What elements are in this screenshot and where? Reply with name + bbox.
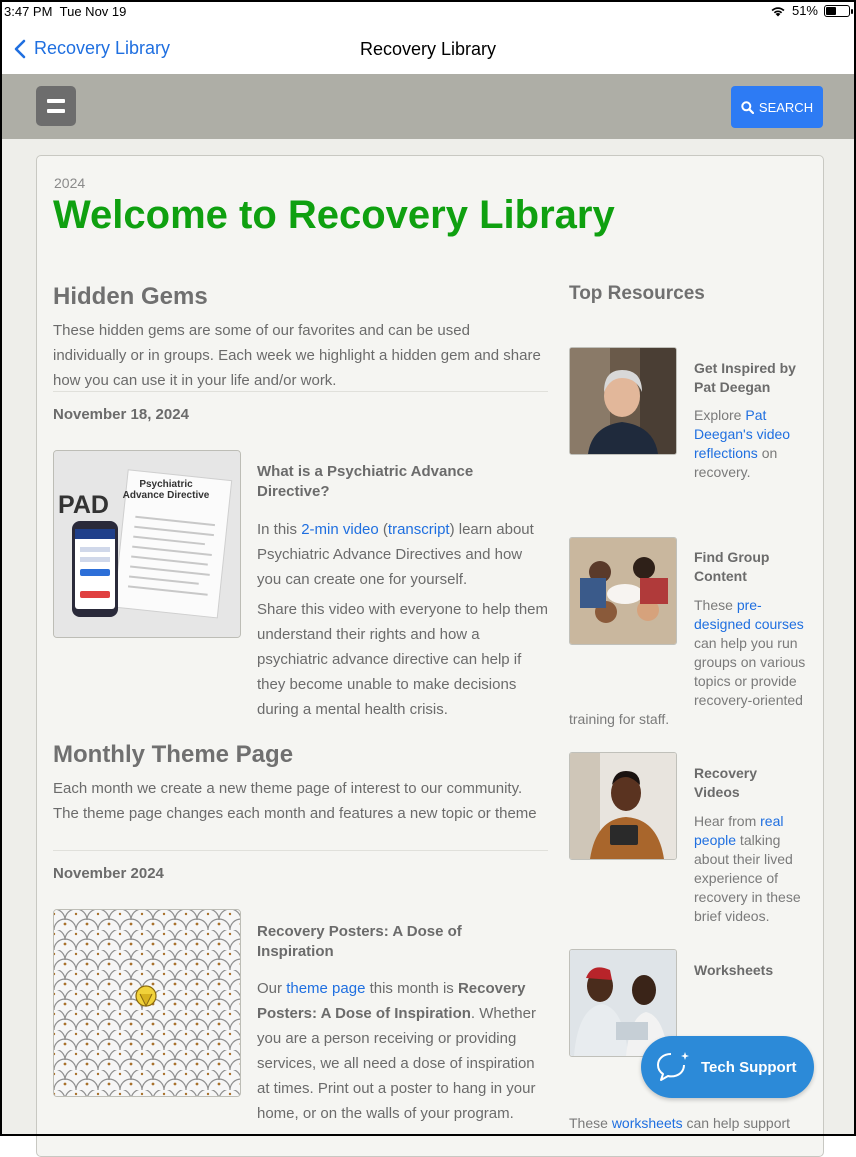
resource-title-recovery-videos[interactable]: Recovery Videos [694,764,806,802]
text-span: These [569,1115,612,1131]
text-span: ( [378,521,388,538]
search-label: SEARCH [758,99,814,115]
text-span: Our [257,980,287,997]
tech-support-button[interactable]: Tech Support [641,1036,814,1098]
menu-bar-icon [47,109,65,113]
resource-text-pat-deegan: Explore Pat Deegan's video reflections o… [694,406,806,482]
menu-bar-icon [47,99,65,103]
resource-title-group-content[interactable]: Find Group Content [694,548,806,586]
hidden-gems-date: November 18, 2024 [53,406,189,423]
hidden-gems-heading: Hidden Gems [53,283,208,310]
pad-thumbnail[interactable]: PAD Psychiatric Advance Directive [53,450,241,638]
worksheets-link[interactable]: worksheets [612,1115,683,1131]
resource-text-recovery-videos: Hear from real people talking about thei… [694,812,806,926]
recovery-videos-photo[interactable] [569,752,677,860]
transcript-link[interactable]: transcript [388,521,450,538]
videos-illustration [570,753,676,859]
top-resources-heading: Top Resources [569,283,705,304]
two-min-video-link[interactable]: 2-min video [301,521,379,538]
app-header: SEARCH [0,74,856,139]
posters-illustration [54,910,240,1096]
text-span: Explore [694,407,746,423]
hidden-gems-intro: These hidden gems are some of our favori… [53,322,541,389]
pad-illustration: PAD Psychiatric Advance Directive [54,451,240,637]
monthly-theme-paragraph: Our theme page this month is Recovery Po… [257,976,549,1126]
status-bar: 3:47 PM Tue Nov 19 51% [0,0,856,24]
tech-support-label: Tech Support [701,1058,797,1076]
wifi-icon [771,6,785,16]
text-span: can help support [682,1115,791,1131]
battery-icon [824,4,853,17]
resource-title-worksheets[interactable]: Worksheets [694,961,806,980]
chat-sparkle-icon [657,1052,689,1081]
hidden-gem-title[interactable]: What is a Psychiatric Advance Directive? [257,462,537,502]
resource-text-group-content: These pre-designed courses can help you … [569,596,809,729]
text-span: In this [257,521,302,538]
search-icon [741,100,754,114]
text-span: . Whether you are a person receiving or … [257,1005,536,1122]
resource-text-worksheets: These worksheets can help support [569,1114,809,1133]
resource-title-pat-deegan[interactable]: Get Inspired by Pat Deegan [694,359,806,397]
hidden-gem-paragraph-2: Share this video with everyone to help t… [257,601,548,718]
search-button[interactable]: SEARCH [731,86,823,128]
float-spacer [569,596,694,696]
nav-title: Recovery Library [359,39,497,59]
monthly-theme-heading: Monthly Theme Page [53,741,294,768]
page-title: Welcome to Recovery Library [53,193,615,237]
monthly-theme-intro: Each month we create a new theme page of… [53,780,537,822]
hidden-gem-paragraph-1: In this 2-min video (transcript) learn a… [257,517,549,592]
monthly-theme-date: November 2024 [53,865,164,882]
navigation-bar: Recovery Library Recovery Library [0,24,856,74]
status-time-date: 3:47 PM Tue Nov 19 [4,4,126,19]
theme-page-link[interactable]: theme page [286,980,365,997]
status-time: 3:47 PM [4,4,53,19]
divider [53,391,548,392]
monthly-theme-title[interactable]: Recovery Posters: A Dose of Inspiration [257,922,537,962]
menu-button[interactable] [36,86,76,126]
pat-deegan-photo[interactable] [569,347,677,455]
posters-thumbnail[interactable] [53,909,241,1097]
text-span: this month is [365,980,458,997]
year-label: 2024 [54,175,86,191]
battery-percent: 51% [791,3,818,18]
battery-fill [826,6,836,15]
status-date: Tue Nov 19 [59,4,127,19]
text-span: These [694,597,737,613]
portrait-illustration [570,348,676,454]
status-right: 51% [770,3,853,18]
divider [53,850,548,851]
pad-thumb-label: PAD [58,491,109,519]
pad-thumb-title: Psychiatric Advance Directive [122,479,210,501]
text-span: Hear from [694,813,761,829]
